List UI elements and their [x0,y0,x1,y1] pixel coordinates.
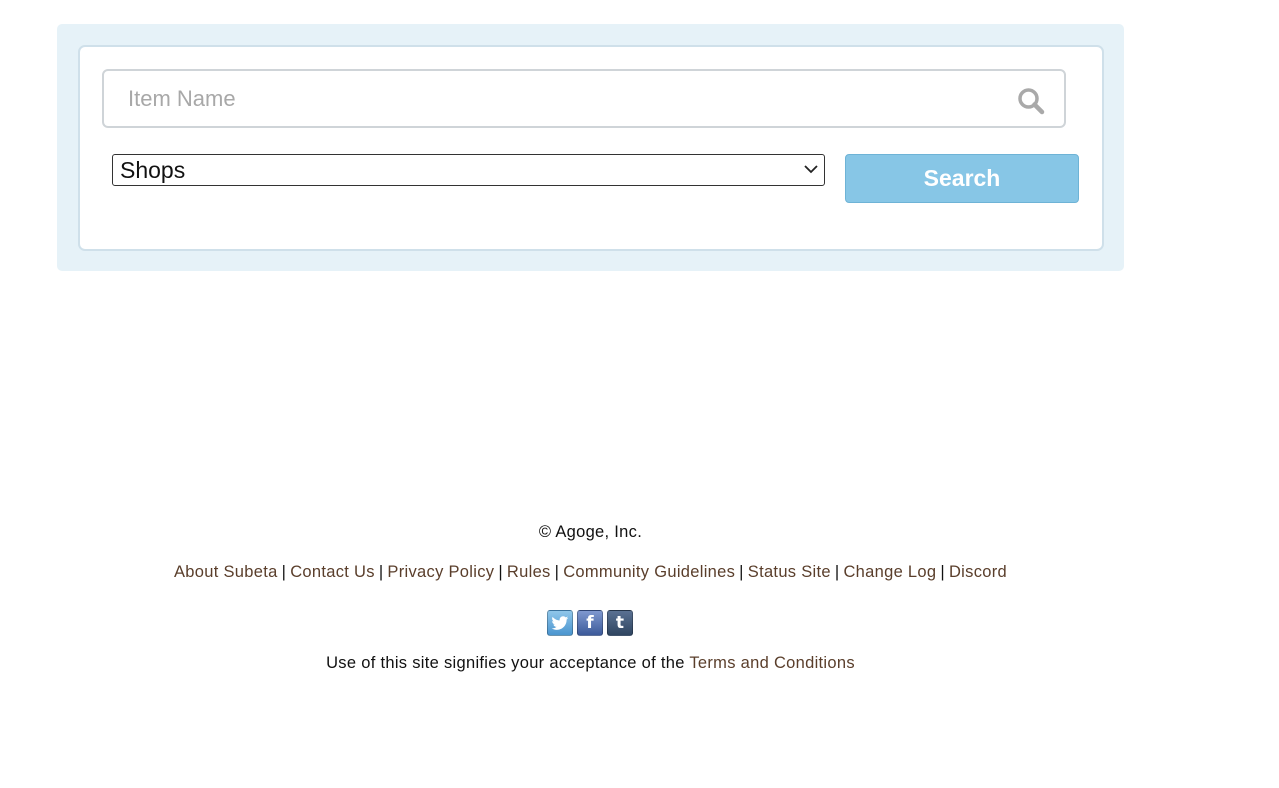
footer-link-guidelines[interactable]: Community Guidelines [563,563,735,581]
category-select[interactable]: Shops [112,154,825,186]
search-input[interactable] [126,84,990,113]
twitter-icon[interactable] [547,610,573,636]
footer-link-contact[interactable]: Contact Us [290,563,375,581]
separator: | [739,563,744,581]
separator: | [498,563,503,581]
footer-link-rules[interactable]: Rules [507,563,551,581]
separator: | [834,563,840,581]
separator: | [281,563,287,581]
footer-link-changelog[interactable]: Change Log [843,563,936,581]
search-icon[interactable] [1016,86,1046,116]
separator: | [554,563,560,581]
footer-link-privacy[interactable]: Privacy Policy [387,563,494,581]
terms-prefix: Use of this site signifies your acceptan… [326,654,685,672]
copyright-text: © Agoge, Inc. [538,523,643,541]
separator: | [940,563,945,581]
search-field-container[interactable] [102,69,1066,128]
terms-notice: Use of this site signifies your acceptan… [0,654,1181,673]
separator: | [378,563,384,581]
footer-link-discord[interactable]: Discord [949,563,1007,581]
search-form: Shops Search [78,45,1104,251]
social-links: f t [547,610,633,636]
footer-links: About Subeta | Contact Us | Privacy Policy | R… [0,563,1181,582]
footer-link-about[interactable]: About Subeta [174,563,278,581]
twitter-bird-icon [551,615,569,630]
terms-link[interactable]: Terms and Conditions [689,654,855,672]
tumblr-icon[interactable]: t [607,610,633,636]
category-select-value: Shops [120,156,186,183]
footer-link-status[interactable]: Status Site [748,563,831,581]
search-button[interactable]: Search [845,154,1079,203]
search-panel: Shops Search [57,24,1124,271]
facebook-icon[interactable]: f [577,610,603,636]
chevron-down-icon [804,165,818,174]
